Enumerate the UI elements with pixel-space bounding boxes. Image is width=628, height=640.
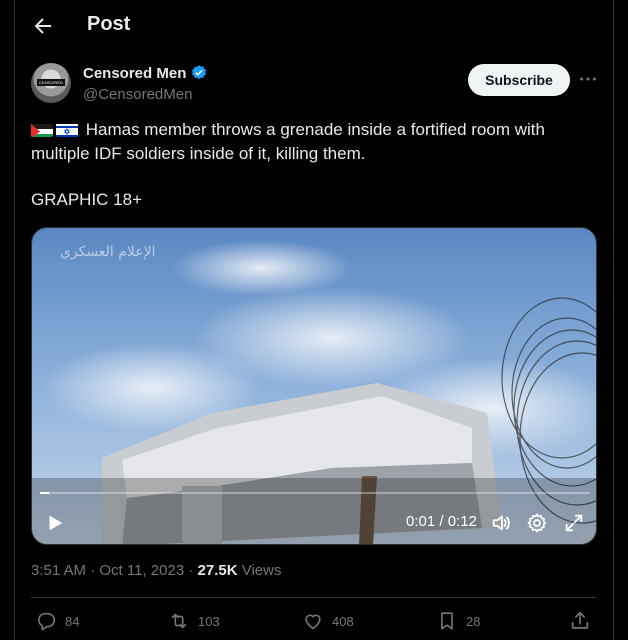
verified-badge-icon[interactable] (190, 64, 208, 82)
subscribe-button[interactable]: Subscribe (468, 64, 570, 96)
views-count: 27.5K (197, 562, 238, 579)
divider (31, 597, 597, 598)
israel-flag-icon (56, 122, 78, 137)
more-options-icon[interactable] (577, 68, 599, 90)
bookmark-button[interactable]: 28 (436, 610, 480, 632)
settings-gear-icon[interactable] (526, 512, 548, 534)
post-header: Post (15, 0, 613, 52)
post-date[interactable]: Oct 11, 2023 (99, 562, 184, 579)
heart-icon (305, 614, 321, 630)
share-icon (571, 611, 589, 629)
page-title: Post (87, 13, 131, 35)
author-display-name[interactable]: Censored Men (83, 65, 186, 82)
reply-count: 84 (65, 613, 80, 629)
share-button[interactable] (569, 610, 591, 632)
video-watermark: الإعلام العسكري (60, 244, 156, 260)
video-frame (32, 228, 596, 544)
post-column: Post CENSORED Censored Men @CensoredMen … (14, 0, 614, 640)
repost-button[interactable]: 103 (168, 610, 220, 632)
author-handle[interactable]: @CensoredMen (83, 86, 192, 103)
meta-separator: · (188, 562, 194, 579)
avatar-band: CENSORED (37, 79, 65, 86)
meta-separator: · (90, 562, 96, 579)
tweet-text: Hamas member throws a grenade inside a f… (31, 118, 591, 166)
video-progress-bar[interactable] (40, 492, 590, 494)
views-label: Views (241, 562, 282, 579)
post-time[interactable]: 3:51 AM (31, 562, 86, 579)
repost-icon (171, 613, 187, 629)
play-icon[interactable] (44, 512, 66, 534)
fullscreen-icon[interactable] (563, 512, 585, 534)
like-count: 408 (332, 613, 354, 629)
bookmark-icon (441, 612, 453, 630)
video-time: 0:01 / 0:12 (406, 513, 477, 530)
volume-icon[interactable] (490, 512, 512, 534)
video-player[interactable]: الإعلام العسكري 0:01 / 0:12 (31, 227, 597, 545)
avatar[interactable]: CENSORED (31, 63, 71, 103)
palestine-flag-icon (31, 122, 53, 137)
back-arrow-icon[interactable] (31, 14, 55, 38)
reply-icon (37, 612, 56, 631)
reply-button[interactable]: 84 (35, 610, 79, 632)
tweet-graphic-warning: GRAPHIC 18+ (31, 190, 143, 209)
bookmark-count: 28 (466, 613, 481, 629)
author-name-row: Censored Men (83, 64, 208, 82)
repost-count: 103 (198, 613, 220, 629)
video-progress-fill (40, 492, 50, 494)
like-button[interactable]: 408 (302, 610, 354, 632)
tweet-body: Hamas member throws a grenade inside a f… (31, 120, 545, 163)
post-meta: 3:51 AM · Oct 11, 2023 · 27.5K Views (31, 562, 281, 579)
